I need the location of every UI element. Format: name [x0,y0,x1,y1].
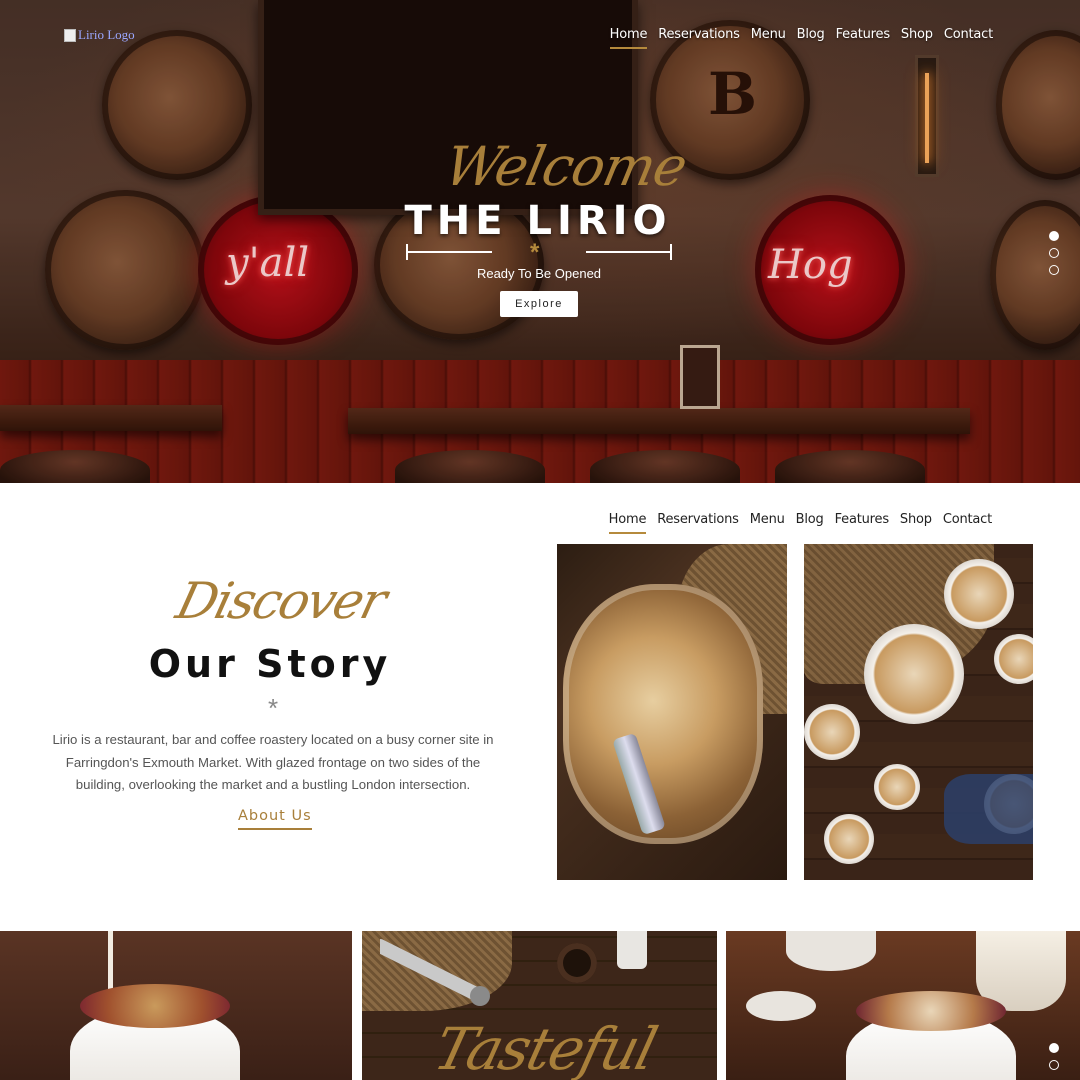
main-nav: Home Reservations Menu Blog Features Sho… [609,27,993,49]
explore-button[interactable]: Explore [500,291,578,317]
nav-item-menu[interactable]: Menu [750,512,785,531]
gallery-photo-cereal-cup [0,931,352,1080]
about-us-link[interactable]: About Us [238,808,312,830]
hero-title: THE LIRIO [404,198,672,244]
nav-item-features[interactable]: Features [835,512,890,531]
slider-dot[interactable] [1049,265,1059,275]
hero-divider: * [406,239,672,266]
hero-section: B y'all Hog Lirio Logo Home Reservations… [0,0,1080,483]
nav-item-shop[interactable]: Shop [901,27,933,46]
site-logo[interactable]: Lirio Logo [64,27,135,43]
hero-slider-dots [1049,231,1059,275]
gallery-script-heading: Tasteful [427,1015,663,1080]
nav-item-blog[interactable]: Blog [796,512,824,531]
oats-jar-photo [557,544,787,880]
nav-item-blog[interactable]: Blog [797,27,825,46]
hero-subtitle: Ready To Be Opened [476,266,602,281]
nav-item-home[interactable]: Home [608,512,646,534]
nav-item-features[interactable]: Features [836,27,891,46]
nav-item-contact[interactable]: Contact [944,27,993,46]
nav-item-reservations[interactable]: Reservations [657,512,739,531]
story-description: Lirio is a restaurant, bar and coffee ro… [52,732,494,792]
hero-script-heading: Welcome [439,135,692,198]
nav-item-shop[interactable]: Shop [900,512,932,531]
star-ornament-icon: * [267,693,279,723]
gallery-photo-milk-pour [726,931,1080,1080]
breakfast-table-photo [804,544,1033,880]
spoon-decor [380,939,490,1006]
slider-dot[interactable] [1049,248,1059,258]
slider-dot[interactable] [1049,1043,1059,1053]
nav-item-home[interactable]: Home [609,27,647,49]
nav-item-contact[interactable]: Contact [943,512,992,531]
nav-item-menu[interactable]: Menu [751,27,786,46]
slider-dot[interactable] [1049,1060,1059,1070]
gallery-slider-dots [1049,1043,1059,1070]
nav-item-reservations[interactable]: Reservations [658,27,740,46]
secondary-nav: Home Reservations Menu Blog Features Sho… [608,512,992,534]
star-ornament-icon: * [530,239,540,266]
story-script-heading: Discover [170,572,391,630]
broken-image-icon [64,28,76,42]
slider-dot[interactable] [1049,231,1059,241]
logo-alt-text: Lirio Logo [78,27,135,42]
story-title: Our Story [148,642,392,686]
